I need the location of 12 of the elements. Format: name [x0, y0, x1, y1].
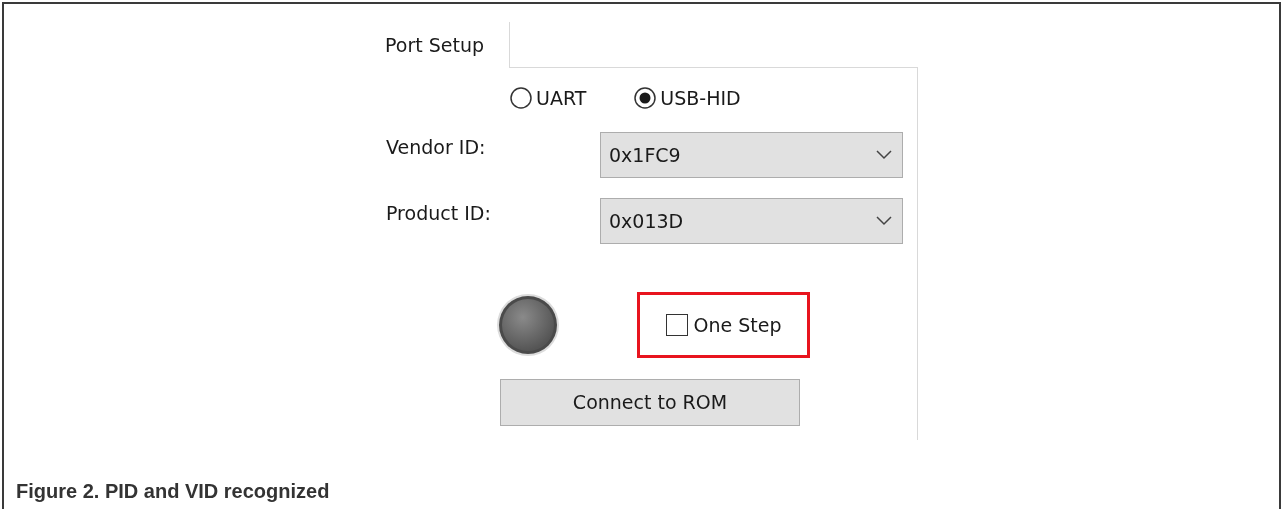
- field-label: Vendor ID:: [386, 135, 487, 160]
- dropdown[interactable]: 0x1FC9: [600, 132, 903, 178]
- chevron-down-icon: [876, 216, 892, 226]
- chevron-down-icon: [876, 150, 892, 160]
- connect-button[interactable]: Connect to ROM: [500, 379, 800, 426]
- figure-caption: Figure 2. PID and VID recognized: [16, 479, 331, 504]
- radio-button[interactable]: UART: [510, 83, 587, 113]
- dropdown[interactable]: 0x013D: [600, 198, 903, 244]
- checkbox-label[interactable]: One Step: [693, 310, 782, 340]
- field-label: Product ID:: [386, 201, 492, 226]
- radio-button[interactable]: USB-HID: [634, 83, 741, 113]
- checkbox[interactable]: [665, 314, 688, 336]
